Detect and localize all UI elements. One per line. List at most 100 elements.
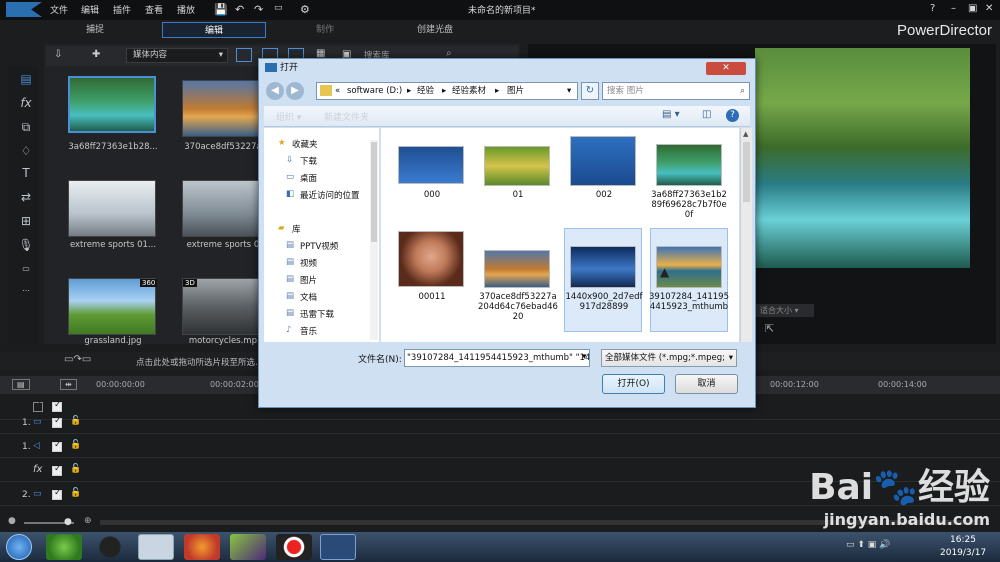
help-icon[interactable]: ? (726, 109, 739, 122)
zoom-in-icon[interactable]: ⊕ (84, 516, 92, 526)
nav-pptv[interactable]: PPTV视频 (300, 240, 338, 252)
undo-icon[interactable]: ↶ (235, 3, 244, 16)
powerdirector-taskbar-icon[interactable] (320, 534, 356, 560)
track-enable-checkbox[interactable] (52, 464, 62, 476)
menu-play[interactable]: 播放 (177, 3, 195, 16)
open-button[interactable]: 打开(O) (602, 374, 665, 394)
transition-room-icon[interactable]: ⇄ (18, 190, 34, 204)
preview-pane-icon[interactable]: ◫ (702, 109, 711, 120)
menu-plugins[interactable]: 插件 (113, 3, 131, 16)
media-content-dropdown[interactable]: 媒体内容 ▾ (126, 48, 228, 63)
plugin-icon[interactable]: ✚ (92, 49, 100, 60)
file-thumb-000[interactable] (398, 146, 464, 184)
particle-room-icon[interactable]: ♢ (18, 144, 34, 158)
scroll-up-icon[interactable]: ▲ (743, 130, 748, 138)
file-thumb-00011[interactable] (398, 231, 464, 287)
menu-file[interactable]: 文件 (50, 3, 68, 16)
chapter-room-icon[interactable]: ▭ (18, 262, 34, 276)
tab-create-disc[interactable]: 创建光盘 (400, 22, 470, 38)
settings-icon[interactable]: ⚙ (300, 3, 310, 16)
nav-documents[interactable]: 文档 (300, 291, 317, 303)
menu-view[interactable]: 查看 (145, 3, 163, 16)
file-thumb-002[interactable] (570, 136, 636, 186)
nav-recent[interactable]: 最近访问的位置 (300, 189, 360, 201)
aspect-ratio-icon[interactable]: ▭ (274, 3, 283, 13)
track-enable-checkbox[interactable] (52, 416, 62, 428)
track-enable-checkbox[interactable] (52, 488, 62, 500)
file-thumb-1440[interactable] (570, 246, 636, 288)
nav-favorites[interactable]: 收藏夹 (292, 138, 318, 150)
media-thumb-2[interactable] (182, 80, 270, 137)
address-part[interactable]: 图片 (507, 83, 524, 99)
track-manager-icon[interactable]: ▤ (12, 379, 30, 390)
nav-downloads[interactable]: 下载 (300, 155, 317, 167)
close-button[interactable]: ✕ (985, 3, 993, 14)
filter-video-icon[interactable] (236, 48, 252, 62)
import-icon[interactable]: ⇩ (54, 49, 62, 60)
fit-size-dropdown[interactable]: 适合大小 ▾ (756, 304, 814, 317)
start-button[interactable] (6, 534, 32, 560)
new-folder-button[interactable]: 新建文件夹 (324, 110, 369, 123)
dialog-close-button[interactable]: ✕ (706, 62, 746, 75)
chevron-down-icon[interactable]: ▾ (567, 83, 571, 99)
tab-capture[interactable]: 捕捉 (60, 22, 130, 38)
external-icon[interactable]: ⇱ (765, 322, 774, 335)
help-button[interactable]: ? (930, 3, 935, 14)
media-app-icon[interactable] (230, 534, 266, 560)
lock-icon[interactable]: 🔓 (70, 416, 81, 426)
tab-edit[interactable]: 编辑 (162, 22, 266, 38)
zoom-thumb[interactable]: ● (64, 517, 72, 527)
redo-icon[interactable]: ↷ (254, 3, 263, 16)
qq-icon[interactable] (92, 534, 128, 560)
media-room-icon[interactable]: ▤ (18, 72, 34, 86)
cancel-button[interactable]: 取消 (675, 374, 738, 394)
title-room-icon[interactable]: T (18, 166, 34, 180)
recorder-icon[interactable] (276, 534, 312, 560)
address-part[interactable]: software (D:) (347, 83, 402, 99)
voice-over-icon[interactable]: 🎙 (18, 238, 34, 252)
zoom-out-icon[interactable]: ● (8, 516, 16, 526)
subtitle-room-icon[interactable]: ⋯ (18, 284, 34, 298)
filename-input[interactable]: "39107284_1411954415923_mthumb" "14 (404, 349, 590, 367)
file-list-scrollbar[interactable]: ▲ (740, 128, 752, 342)
file-thumb-01[interactable] (484, 146, 550, 186)
nav-pictures[interactable]: 图片 (300, 274, 317, 286)
nav-library[interactable]: 库 (292, 223, 301, 235)
explorer-icon[interactable] (138, 534, 174, 560)
nav-desktop[interactable]: 桌面 (300, 172, 317, 184)
media-thumb-3[interactable] (68, 180, 156, 237)
lock-icon[interactable]: 🔓 (70, 440, 81, 450)
media-thumb-4[interactable] (182, 180, 270, 237)
pip-room-icon[interactable]: ⧉ (18, 120, 34, 134)
file-thumb-370a[interactable] (484, 250, 550, 288)
fx-room-icon[interactable]: fx (18, 96, 34, 110)
forward-button[interactable]: ▶ (286, 82, 304, 100)
firefox-icon[interactable] (184, 534, 220, 560)
track-enable-checkbox[interactable] (52, 400, 62, 412)
track-enable-checkbox[interactable] (52, 440, 62, 452)
filetype-select[interactable]: 全部媒体文件 (*.mpg;*.mpeg; ▾ (601, 349, 737, 367)
tray-icons[interactable]: ▭ ⬆ ▣ 🔊 (846, 540, 890, 550)
view-options-icon[interactable]: ▤ ▾ (662, 109, 680, 120)
file-thumb-3a68[interactable] (656, 144, 722, 186)
address-part[interactable]: 经验 (417, 83, 434, 99)
scroll-thumb[interactable] (743, 142, 750, 202)
chevron-down-icon[interactable]: ▾ (582, 352, 587, 362)
fit-timeline-icon[interactable]: ⇹ (60, 379, 77, 390)
address-part[interactable]: 经验素材 (452, 83, 486, 99)
address-bar[interactable]: « software (D:) ▸ 经验 ▸ 经验素材 ▸ 图片 ▾ (316, 82, 578, 100)
track-visibility[interactable] (33, 400, 43, 412)
nav-scroll-thumb[interactable] (371, 142, 377, 242)
organize-button[interactable]: 组织 ▾ (276, 110, 301, 123)
back-button[interactable]: ◀ (266, 82, 284, 100)
media-thumb-1[interactable] (68, 76, 156, 133)
lock-icon[interactable]: 🔓 (70, 488, 81, 498)
nav-music[interactable]: 音乐 (300, 325, 317, 337)
tab-produce[interactable]: 制作 (290, 22, 360, 38)
audio-mixing-icon[interactable]: ⊞ (18, 214, 34, 228)
nav-scrollbar[interactable] (370, 140, 378, 340)
zoom-slider[interactable]: ● ● ⊕ (8, 516, 92, 528)
lock-icon[interactable]: 🔓 (70, 464, 81, 474)
nav-videos[interactable]: 视频 (300, 257, 317, 269)
save-icon[interactable]: 💾 (214, 3, 228, 16)
